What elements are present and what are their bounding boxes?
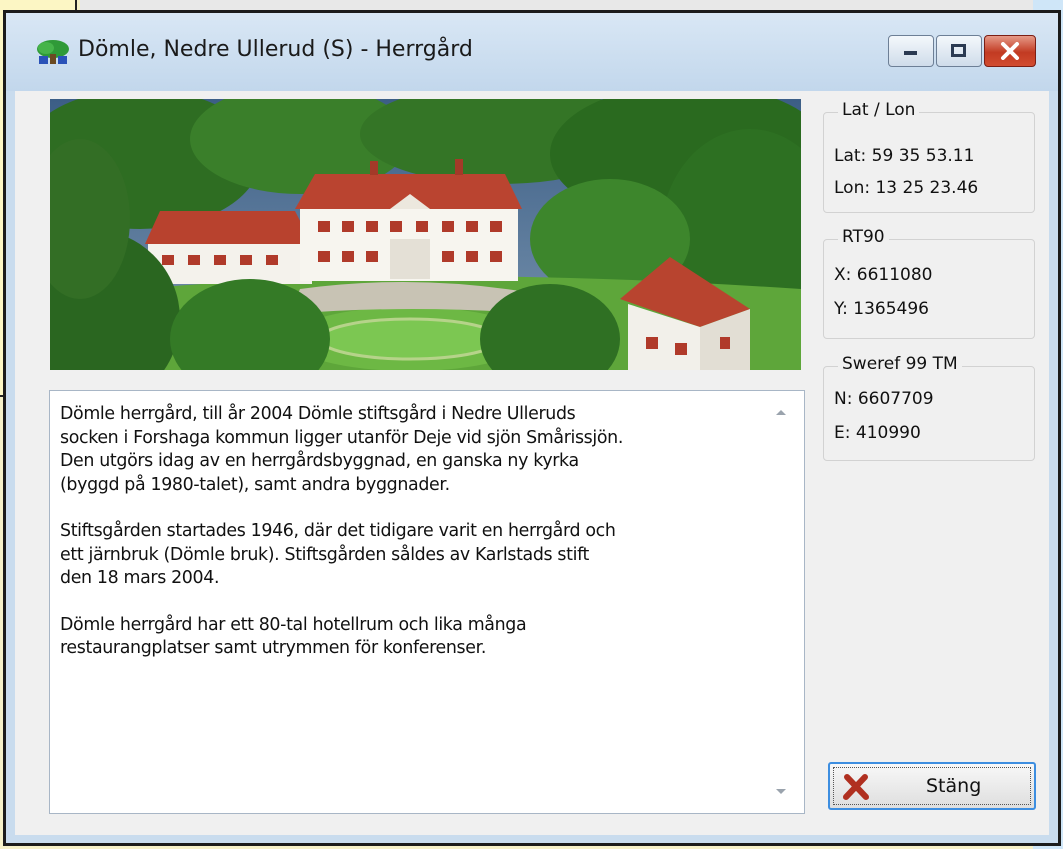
longitude-value: Lon: 13 25 23.46: [834, 178, 979, 198]
close-window-button[interactable]: [984, 35, 1036, 67]
sweref-e-value: E: 410990: [834, 423, 921, 443]
close-icon: [1001, 42, 1019, 60]
rt90-y-value: Y: 1365496: [834, 299, 929, 319]
minimize-button[interactable]: [888, 35, 934, 67]
close-button[interactable]: Stäng: [828, 762, 1036, 810]
description-text: Dömle herrgård, till år 2004 Dömle stift…: [60, 403, 750, 684]
scroll-up-icon: [776, 410, 786, 415]
scroll-up-arrow[interactable]: [772, 405, 790, 419]
maximize-icon: [951, 44, 966, 57]
manor-photo: [50, 99, 801, 370]
minimize-icon: [904, 51, 917, 55]
red-x-icon: [842, 773, 870, 801]
sweref-group: Sweref 99 TM N: 6607709 E: 410990: [823, 354, 1035, 461]
rt90-group: RT90 X: 6611080 Y: 1365496: [823, 227, 1035, 339]
latlon-group: Lat / Lon Lat: 59 35 53.11 Lon: 13 25 23…: [823, 100, 1035, 213]
description-textbox[interactable]: Dömle herrgård, till år 2004 Dömle stift…: [49, 390, 805, 814]
scroll-down-icon: [776, 789, 786, 794]
close-button-label: Stäng: [926, 775, 982, 797]
latitude-value: Lat: 59 35 53.11: [834, 146, 975, 166]
rt90-x-value: X: 6611080: [834, 265, 933, 285]
description-paragraph-3: Dömle herrgård har ett 80-tal hotellrum …: [60, 614, 527, 659]
maximize-button[interactable]: [936, 35, 982, 67]
window-title: Dömle, Nedre Ullerud (S) - Herrgård: [78, 37, 473, 62]
dialog-window: Dömle, Nedre Ullerud (S) - Herrgård Döml…: [3, 10, 1061, 846]
title-bar[interactable]: Dömle, Nedre Ullerud (S) - Herrgård: [6, 13, 1058, 91]
scroll-down-arrow[interactable]: [772, 785, 790, 799]
tree-icon: [36, 39, 70, 65]
description-paragraph-2: Stiftsgården startades 1946, där det tid…: [60, 521, 616, 588]
dialog-client-area: Dömle herrgård, till år 2004 Dömle stift…: [15, 91, 1049, 835]
sweref-legend: Sweref 99 TM: [838, 354, 962, 374]
latlon-legend: Lat / Lon: [838, 100, 920, 120]
sweref-n-value: N: 6607709: [834, 389, 934, 409]
rt90-legend: RT90: [838, 227, 889, 247]
description-paragraph-1: Dömle herrgård, till år 2004 Dömle stift…: [60, 404, 624, 495]
